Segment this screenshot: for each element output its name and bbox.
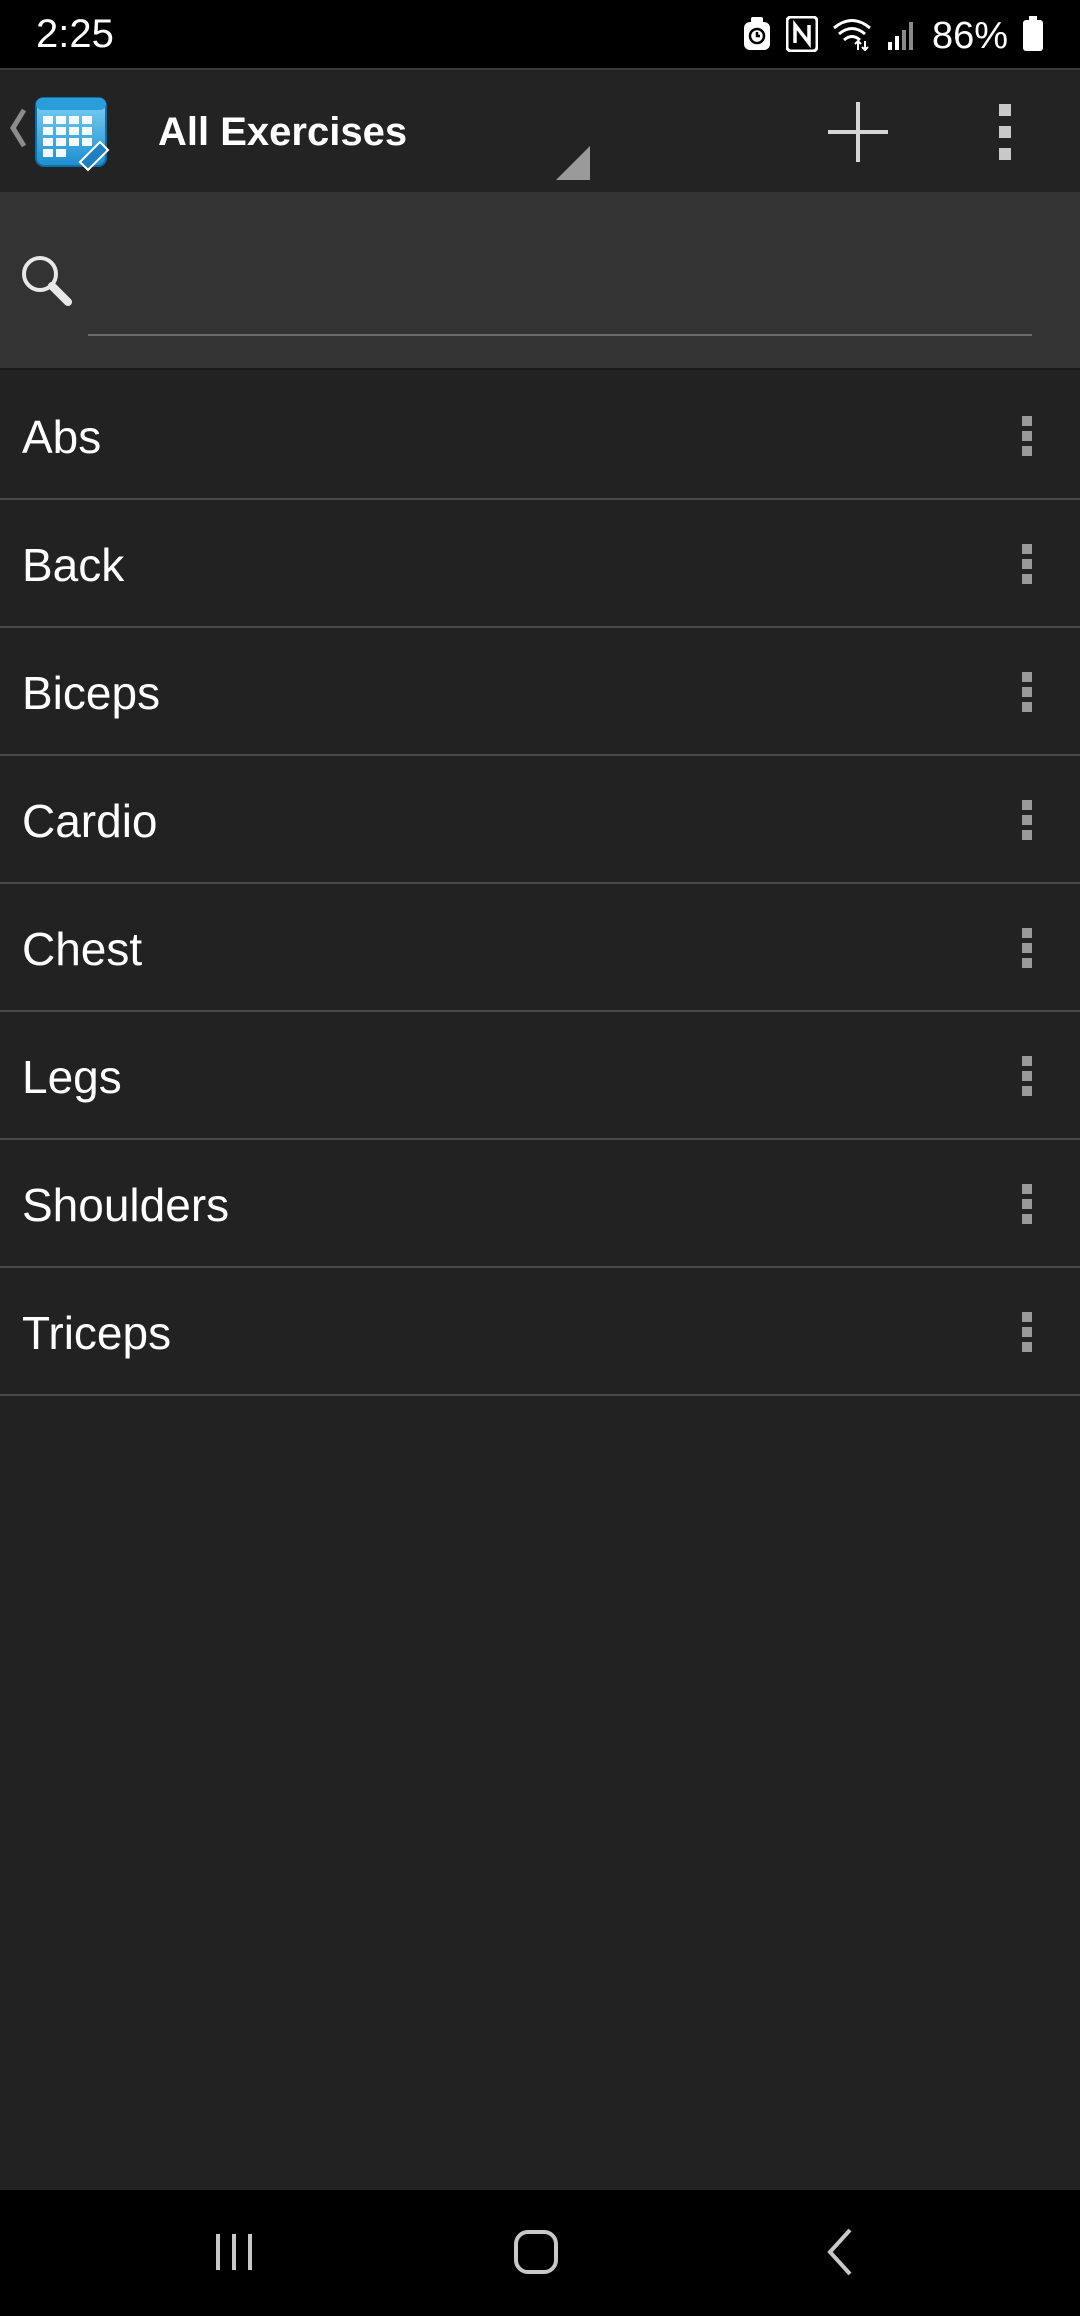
recents-icon[interactable]	[212, 2230, 256, 2279]
search-icon	[18, 252, 74, 313]
item-menu-icon[interactable]	[1010, 1048, 1046, 1104]
list-item-legs[interactable]: Legs	[0, 1012, 1080, 1140]
battery-percent: 86%	[931, 15, 1008, 57]
status-time: 2:25	[36, 12, 114, 56]
exercise-list: Abs Back Biceps Cardio Chest Legs Should…	[0, 372, 1080, 1396]
add-icon	[828, 102, 888, 162]
overflow-menu-button[interactable]	[980, 94, 1030, 170]
list-item-shoulders[interactable]: Shoulders	[0, 1140, 1080, 1268]
item-menu-icon[interactable]	[1010, 1304, 1046, 1360]
search-bar	[0, 192, 1080, 370]
battery-icon	[1022, 15, 1044, 57]
list-item-label: Cardio	[22, 795, 158, 847]
list-item-label: Shoulders	[22, 1179, 230, 1231]
action-bar: All Exercises	[0, 68, 1080, 192]
item-menu-icon[interactable]	[1010, 664, 1046, 720]
spinner-triangle-icon[interactable]	[556, 146, 590, 185]
system-nav-bar	[0, 2190, 1080, 2316]
app-calendar-icon[interactable]	[32, 92, 112, 172]
item-menu-icon[interactable]	[1010, 920, 1046, 976]
list-item-label: Chest	[22, 923, 143, 975]
alarm-icon	[742, 16, 772, 57]
back-icon[interactable]	[822, 2226, 858, 2283]
list-item-label: Abs	[22, 411, 102, 463]
signal-icon	[886, 18, 918, 55]
nfc-icon	[785, 15, 819, 57]
item-menu-icon[interactable]	[1010, 792, 1046, 848]
list-item-label: Biceps	[22, 667, 161, 719]
status-icons: 86%	[742, 14, 1044, 58]
item-menu-icon[interactable]	[1010, 1176, 1046, 1232]
list-item-triceps[interactable]: Triceps	[0, 1268, 1080, 1396]
item-menu-icon[interactable]	[1010, 408, 1046, 464]
up-chevron-icon[interactable]	[8, 106, 28, 155]
list-item-label: Triceps	[22, 1307, 172, 1359]
list-item-label: Back	[22, 539, 125, 591]
add-exercise-button[interactable]	[820, 94, 896, 170]
status-bar: 2:25 86%	[0, 0, 1080, 68]
wifi-icon	[832, 17, 872, 56]
list-item-chest[interactable]: Chest	[0, 884, 1080, 1012]
list-item-label: Legs	[22, 1051, 122, 1103]
overflow-menu-icon	[999, 104, 1011, 160]
screen-title[interactable]: All Exercises	[158, 108, 407, 156]
home-icon[interactable]	[512, 2228, 560, 2281]
item-menu-icon[interactable]	[1010, 536, 1046, 592]
list-item-abs[interactable]: Abs	[0, 372, 1080, 500]
list-item-back[interactable]: Back	[0, 500, 1080, 628]
list-item-biceps[interactable]: Biceps	[0, 628, 1080, 756]
search-input[interactable]	[88, 232, 1032, 336]
list-item-cardio[interactable]: Cardio	[0, 756, 1080, 884]
